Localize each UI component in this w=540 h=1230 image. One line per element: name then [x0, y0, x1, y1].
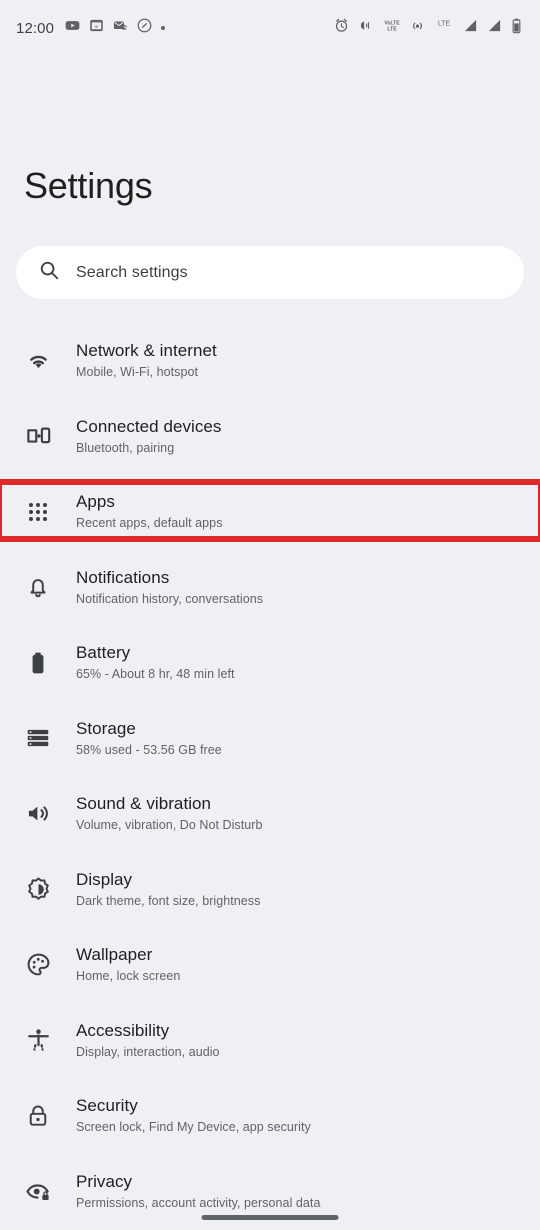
settings-row-title: Sound & vibration — [76, 794, 212, 814]
search-settings-bar[interactable]: Search settings — [16, 246, 524, 299]
settings-row-text: Privacy Permissions, account activity, p… — [76, 1171, 320, 1212]
settings-row-title: Storage — [76, 718, 136, 738]
settings-row-network-internet[interactable]: Network & internet Mobile, Wi-Fi, hotspo… — [0, 323, 540, 399]
settings-row-subtitle: Volume, vibration, Do Not Disturb — [76, 818, 263, 833]
settings-row-subtitle: Notification history, conversations — [76, 591, 264, 606]
settings-row-text: Wallpaper Home, lock screen — [76, 944, 180, 985]
settings-row-subtitle: Bluetooth, pairing — [76, 440, 175, 455]
settings-row-title: Connected devices — [76, 416, 222, 436]
settings-row-text: Battery 65% - About 8 hr, 48 min left — [76, 642, 235, 683]
svg-text:LTE: LTE — [438, 21, 450, 28]
status-bar-clock: 12:00 — [16, 19, 55, 37]
settings-row-title: Battery — [76, 643, 131, 663]
volte-icon: VoLTE LTE — [383, 18, 401, 38]
home-gesture-pill[interactable] — [201, 1215, 339, 1220]
settings-row-wallpaper[interactable]: Wallpaper Home, lock screen — [0, 927, 540, 1003]
settings-row-storage[interactable]: Storage 58% used - 53.56 GB free — [0, 701, 540, 777]
settings-row-subtitle: Dark theme, font size, brightness — [76, 893, 261, 908]
volume-icon — [18, 800, 58, 827]
settings-row-text: Network & internet Mobile, Wi-Fi, hotspo… — [76, 340, 217, 381]
settings-row-apps[interactable]: Apps Recent apps, default apps — [0, 474, 540, 550]
alarm-clock-icon — [334, 18, 349, 38]
settings-row-subtitle: 58% used - 53.56 GB free — [76, 742, 222, 757]
settings-row-text: Display Dark theme, font size, brightnes… — [76, 869, 260, 910]
youtube-icon — [65, 18, 80, 38]
settings-row-title: Notifications — [76, 567, 170, 587]
settings-row-title: Display — [76, 869, 133, 889]
search-icon — [38, 259, 60, 286]
connected-devices-icon — [18, 423, 58, 450]
settings-row-text: Notifications Notification history, conv… — [76, 567, 263, 608]
battery-icon — [511, 18, 522, 39]
hotspot-icon — [410, 18, 425, 38]
status-bar-right: VoLTE LTE LTE — [334, 18, 522, 39]
settings-row-subtitle: Permissions, account activity, personal … — [76, 1195, 321, 1210]
brightness-icon — [18, 876, 58, 903]
wifi-icon — [18, 347, 58, 374]
lock-icon — [18, 1103, 58, 1129]
settings-row-display[interactable]: Display Dark theme, font size, brightnes… — [0, 852, 540, 928]
settings-row-subtitle: Home, lock screen — [76, 969, 181, 984]
settings-row-sound-vibration[interactable]: Sound & vibration Volume, vibration, Do … — [0, 776, 540, 852]
page-title: Settings — [24, 165, 153, 206]
bell-icon — [18, 574, 58, 600]
status-bar-left: 12:00 m — [16, 18, 166, 38]
settings-row-text: Connected devices Bluetooth, pairing — [76, 416, 221, 457]
svg-text:VoLTE: VoLTE — [384, 20, 400, 26]
signal-bars-icon-2 — [487, 18, 502, 38]
privacy-eye-icon — [18, 1178, 58, 1205]
storage-icon — [18, 725, 58, 751]
search-input-placeholder[interactable]: Search settings — [76, 264, 188, 282]
settings-row-text: Apps Recent apps, default apps — [76, 491, 223, 532]
lte-icon: LTE — [434, 18, 454, 38]
accessibility-icon — [18, 1027, 58, 1054]
settings-row-title: Wallpaper — [76, 945, 153, 965]
svg-text:m: m — [95, 24, 99, 29]
more-notifications-dot — [161, 26, 166, 30]
settings-row-text: Accessibility Display, interaction, audi… — [76, 1020, 220, 1061]
settings-row-title: Privacy — [76, 1171, 133, 1191]
palette-icon — [18, 951, 58, 978]
vibrate-icon — [358, 18, 374, 38]
settings-row-accessibility[interactable]: Accessibility Display, interaction, audi… — [0, 1003, 540, 1079]
settings-row-subtitle: Screen lock, Find My Device, app securit… — [76, 1120, 311, 1135]
settings-row-text: Storage 58% used - 53.56 GB free — [76, 718, 222, 759]
settings-row-text: Sound & vibration Volume, vibration, Do … — [76, 793, 262, 834]
settings-row-subtitle: Recent apps, default apps — [76, 516, 223, 531]
svg-text:LTE: LTE — [387, 26, 397, 32]
settings-row-security[interactable]: Security Screen lock, Find My Device, ap… — [0, 1078, 540, 1154]
settings-row-text: Security Screen lock, Find My Device, ap… — [76, 1095, 311, 1136]
email-icon — [113, 18, 128, 38]
settings-row-connected-devices[interactable]: Connected devices Bluetooth, pairing — [0, 399, 540, 475]
shazam-icon — [137, 18, 152, 38]
settings-row-battery[interactable]: Battery 65% - About 8 hr, 48 min left — [0, 625, 540, 701]
settings-row-title: Apps — [76, 492, 115, 512]
settings-row-title: Security — [76, 1096, 138, 1116]
battery-icon — [18, 650, 58, 676]
settings-row-subtitle: 65% - About 8 hr, 48 min left — [76, 667, 235, 682]
settings-row-title: Accessibility — [76, 1020, 170, 1040]
status-bar: 12:00 m VoLTE LTE LTE — [0, 0, 540, 56]
settings-list: Network & internet Mobile, Wi-Fi, hotspo… — [0, 323, 540, 1229]
settings-row-notifications[interactable]: Notifications Notification history, conv… — [0, 550, 540, 626]
calendar-app-icon: m — [89, 18, 104, 38]
settings-row-title: Network & internet — [76, 341, 217, 361]
settings-row-subtitle: Mobile, Wi-Fi, hotspot — [76, 365, 198, 380]
apps-grid-icon — [18, 500, 58, 524]
settings-row-subtitle: Display, interaction, audio — [76, 1044, 220, 1059]
signal-bars-icon-1 — [463, 18, 478, 38]
